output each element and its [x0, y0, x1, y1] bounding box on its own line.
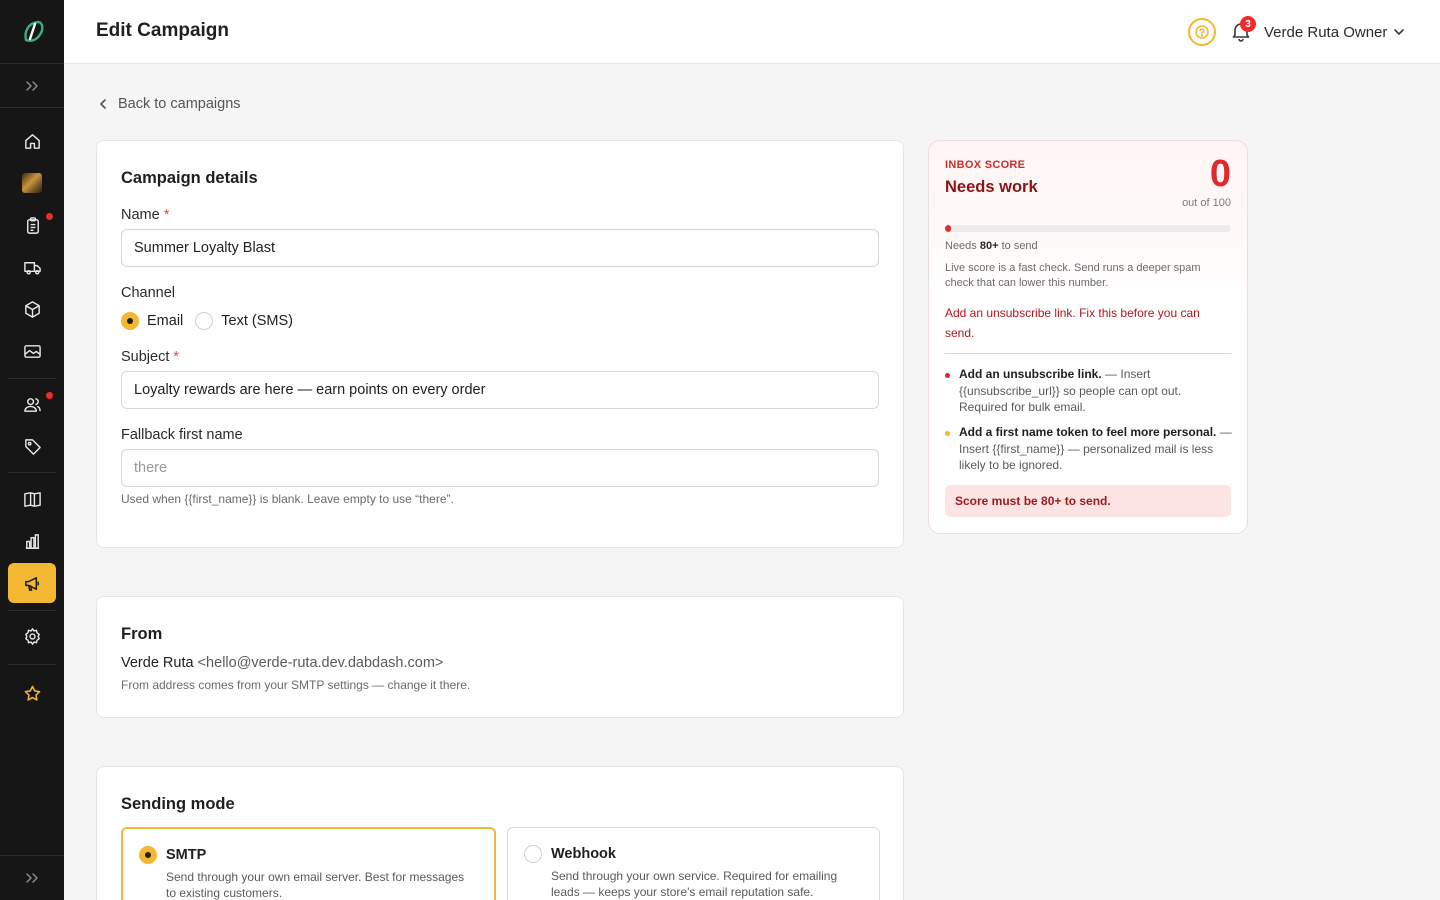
required-marker: *	[173, 349, 180, 365]
user-menu-button[interactable]: Verde Ruta Owner	[1264, 24, 1387, 41]
inbox-score-kicker: INBOX SCORE	[945, 159, 1026, 171]
channel-label: Channel	[121, 285, 176, 301]
error-bullet-icon	[945, 373, 950, 378]
sidebar-item-settings[interactable]	[8, 616, 56, 656]
campaign-name-input[interactable]: Summer Loyalty Blast	[121, 229, 879, 267]
inbox-score-value: 0	[1209, 153, 1231, 195]
score-blocking-alert: Add an unsubscribe link. Fix this before…	[945, 306, 1200, 340]
score-explanation: Live score is a fast check. Send runs a …	[945, 262, 1201, 289]
campaign-details-title: Campaign details	[121, 169, 258, 187]
divider	[945, 353, 1231, 354]
bar-chart-icon	[25, 533, 39, 549]
sender-name: Verde Ruta	[121, 655, 194, 671]
sending-mode-title: Sending mode	[121, 795, 235, 813]
sidebar-item-products[interactable]	[8, 289, 56, 329]
required-marker: *	[163, 207, 170, 223]
sidebar-item-docs[interactable]	[8, 479, 56, 519]
notification-dot	[46, 213, 53, 220]
webhook-option-description: Send through your own service. Required …	[551, 869, 838, 899]
name-label: Name *	[121, 207, 170, 223]
sidebar-item-delivery[interactable]	[8, 247, 56, 287]
fallback-first-name-input[interactable]: there	[121, 449, 879, 487]
inbox-score-card: INBOX SCORE Needs work 0 out of 100 Need…	[928, 140, 1248, 534]
notification-count-badge: 3	[1240, 16, 1256, 32]
store-thumbnail	[22, 173, 42, 193]
sidebar-item-store[interactable]	[8, 163, 56, 203]
back-link-label: Back to campaigns	[118, 96, 241, 112]
webhook-option-label: Webhook	[551, 846, 616, 862]
brand-logo-icon	[24, 20, 44, 42]
users-icon	[23, 397, 41, 412]
tag-icon	[24, 438, 41, 455]
sidebar-item-campaigns[interactable]	[8, 563, 56, 603]
score-threshold-text: Needs 80+ to send	[945, 240, 1038, 252]
sender-email: <hello@verde-ruta.dev.dabdash.com>	[197, 655, 444, 671]
star-icon	[24, 685, 40, 701]
webhook-radio[interactable]	[524, 845, 542, 863]
chevron-left-icon	[100, 99, 106, 109]
book-icon	[23, 491, 41, 507]
double-chevron-right-icon	[26, 80, 38, 91]
channel-email-label[interactable]: Email	[147, 313, 183, 329]
smtp-radio[interactable]	[139, 846, 157, 864]
inbox-score-status: Needs work	[945, 178, 1038, 196]
sending-mode-smtp-option[interactable]: SMTP Send through your own email server.…	[121, 827, 496, 900]
issue-item: Add a first name token to feel more pers…	[959, 425, 1232, 472]
from-card: From Verde Ruta <hello@verde-ruta.dev.da…	[96, 596, 904, 718]
warning-bullet-icon	[945, 431, 950, 436]
issue-item: Add an unsubscribe link. — Insert {{unsu…	[959, 367, 1182, 414]
from-address: Verde Ruta <hello@verde-ruta.dev.dabdash…	[121, 655, 443, 671]
truck-icon	[23, 261, 41, 274]
score-requirement-banner: Score must be 80+ to send.	[945, 485, 1231, 517]
help-button[interactable]	[1188, 18, 1216, 46]
double-chevron-right-icon	[26, 873, 38, 883]
sidebar-item-home[interactable]	[8, 121, 56, 161]
sending-mode-card: Sending mode SMTP Send through your own …	[96, 766, 904, 900]
fallback-first-name-label: Fallback first name	[121, 427, 243, 443]
page-title: Edit Campaign	[96, 20, 230, 41]
inbox-score-progress-fill	[945, 225, 951, 232]
campaign-details-card: Campaign details Name * Summer Loyalty B…	[96, 140, 904, 548]
subject-input[interactable]: Loyalty rewards are here — earn points o…	[121, 371, 879, 409]
image-icon	[23, 344, 41, 358]
sidebar-item-analytics[interactable]	[8, 521, 56, 561]
sidebar-item-favorites[interactable]	[8, 673, 56, 713]
expand-sidebar-button[interactable]	[0, 64, 64, 108]
sidebar-item-customers[interactable]	[8, 384, 56, 424]
question-mark-icon	[1195, 25, 1209, 39]
channel-radio-group: Email Text (SMS)	[121, 312, 293, 330]
channel-sms-radio[interactable]	[195, 312, 214, 330]
collapse-sidebar-button[interactable]	[0, 855, 64, 900]
sending-mode-webhook-option[interactable]: Webhook Send through your own service. R…	[507, 827, 880, 900]
channel-sms-label[interactable]: Text (SMS)	[221, 313, 293, 329]
from-title: From	[121, 625, 163, 643]
inbox-score-progress-bar	[945, 225, 1231, 232]
megaphone-icon	[24, 576, 39, 591]
box-icon	[24, 300, 40, 318]
from-help-text: From address comes from your SMTP settin…	[121, 678, 471, 692]
sidebar-item-orders[interactable]	[8, 205, 56, 245]
smtp-option-description: Send through your own email server. Best…	[166, 870, 465, 900]
notification-dot	[46, 392, 53, 399]
subject-label: Subject *	[121, 349, 180, 365]
channel-email-radio[interactable]	[121, 312, 139, 330]
clipboard-icon	[26, 216, 39, 234]
home-icon	[24, 133, 40, 149]
inbox-score-out-of: out of 100	[1182, 197, 1231, 209]
sidebar	[0, 0, 64, 900]
top-bar: Edit Campaign 3 Verde Ruta Owner	[64, 0, 1440, 64]
chevron-down-icon[interactable]	[1392, 25, 1406, 39]
logo[interactable]	[0, 0, 64, 64]
gear-icon	[24, 627, 40, 645]
sidebar-item-discounts[interactable]	[8, 426, 56, 466]
sidebar-item-media[interactable]	[8, 331, 56, 371]
smtp-option-label: SMTP	[166, 847, 207, 863]
fallback-help-text: Used when {{first_name}} is blank. Leave…	[121, 492, 454, 506]
back-to-campaigns-link[interactable]: Back to campaigns	[96, 96, 241, 112]
